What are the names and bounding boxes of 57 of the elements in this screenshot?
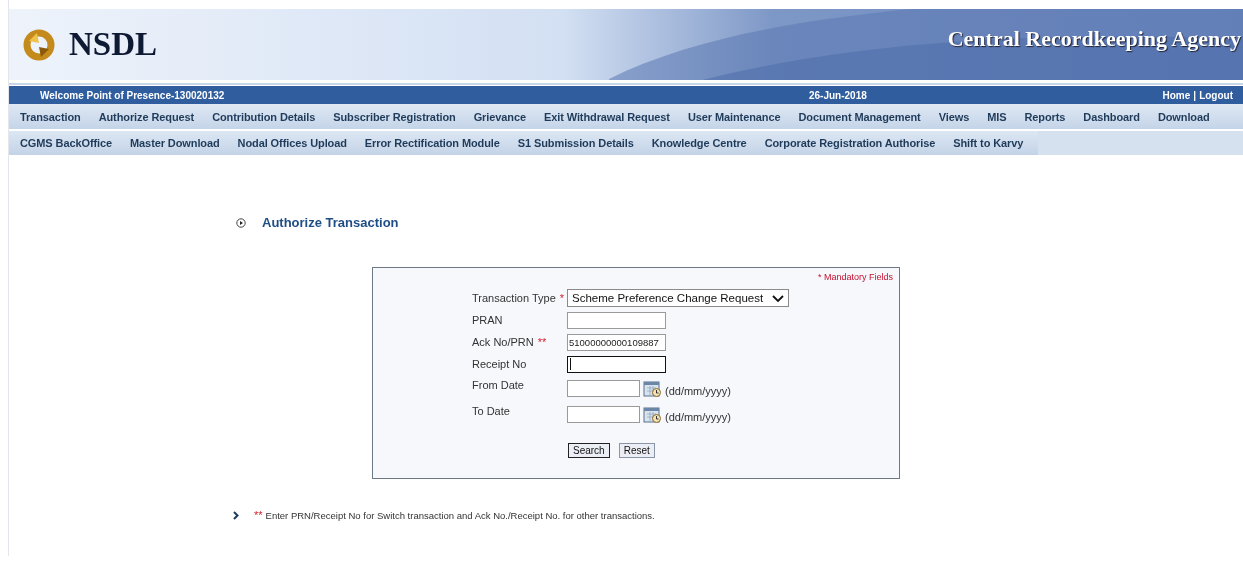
required-marker: ** (537, 336, 547, 348)
logo-text: NSDL (69, 26, 158, 63)
menu-item[interactable]: Error Rectification Module (355, 137, 509, 149)
field-label: PRAN (472, 314, 503, 326)
date-text: 26-Jun-2018 (809, 89, 868, 101)
date-format-hint: (dd/mm/yyyy) (665, 385, 731, 397)
menu-item[interactable]: Nodal Offices Upload (228, 137, 356, 149)
mandatory-note: * Mandatory Fields (817, 272, 893, 282)
menu-item[interactable]: Document Management (789, 110, 930, 123)
text-cursor (570, 358, 571, 370)
field-label: Receipt No (472, 358, 527, 370)
bullet-icon (236, 217, 246, 228)
date-format-hint: (dd/mm/yyyy) (665, 411, 731, 423)
menu-item[interactable]: CGMS BackOffice (11, 137, 122, 149)
menu-item[interactable]: Download (1148, 110, 1219, 123)
note-text: Enter PRN/Receipt No for Switch transaction and Ack No./Receipt No. for other transactions. (265, 509, 655, 521)
menu-item[interactable]: Knowledge Centre (642, 137, 756, 149)
input-field[interactable]: 51000000000109887 (567, 333, 666, 351)
separator: | (1193, 89, 1197, 101)
menu-item[interactable]: Grievance (464, 110, 535, 123)
menu-item[interactable]: Transaction (11, 110, 90, 123)
menu-item[interactable]: Reports (1015, 110, 1075, 123)
input-field[interactable] (567, 311, 666, 329)
menu-item[interactable]: Exit Withdrawal Request (534, 110, 679, 123)
chevron-icon (233, 510, 240, 520)
menu-item[interactable]: MIS (978, 110, 1016, 123)
tagline: Central Recordkeeping Agency (947, 25, 1242, 52)
search-button[interactable]: Search (568, 443, 610, 458)
caret-icon (772, 293, 784, 303)
required-marker: * (559, 292, 565, 304)
menu-item[interactable]: Contribution Details (203, 110, 325, 123)
field-label: Ack No/PRN (472, 336, 534, 348)
menu-item[interactable]: User Maintenance (678, 110, 790, 123)
menu-item[interactable]: Master Download (121, 137, 229, 149)
nav-link[interactable]: Logout (1199, 89, 1233, 101)
menu-item[interactable]: Dashboard (1074, 110, 1149, 123)
logo-icon (23, 28, 55, 61)
input-field[interactable] (567, 379, 640, 397)
menu-item[interactable]: Subscriber Registration (324, 110, 465, 123)
page-heading: Authorize Transaction (262, 215, 399, 230)
nav-link[interactable]: Home (1162, 89, 1191, 101)
calendar-icon (643, 404, 662, 424)
input-field[interactable] (567, 405, 640, 423)
menu-item[interactable]: Shift to Karvy (944, 137, 1033, 149)
reset-button[interactable]: Reset (618, 443, 655, 458)
menu-item[interactable]: Authorize Request (89, 110, 204, 123)
menu-item[interactable]: Views (929, 110, 979, 123)
calendar-icon (643, 378, 662, 398)
field-label: To Date (472, 405, 510, 417)
input-field[interactable] (567, 355, 666, 373)
menu-item[interactable]: Corporate Registration Authorise (755, 137, 945, 149)
field-label: Transaction Type (472, 292, 556, 304)
welcome-text: Welcome Point of Presence-130020132 (39, 89, 226, 101)
required-marker: ** (254, 509, 263, 521)
dropdown[interactable]: Scheme Preference Change Request (567, 289, 789, 307)
menu-item[interactable]: S1 Submission Details (508, 137, 643, 149)
field-label: From Date (472, 379, 524, 391)
